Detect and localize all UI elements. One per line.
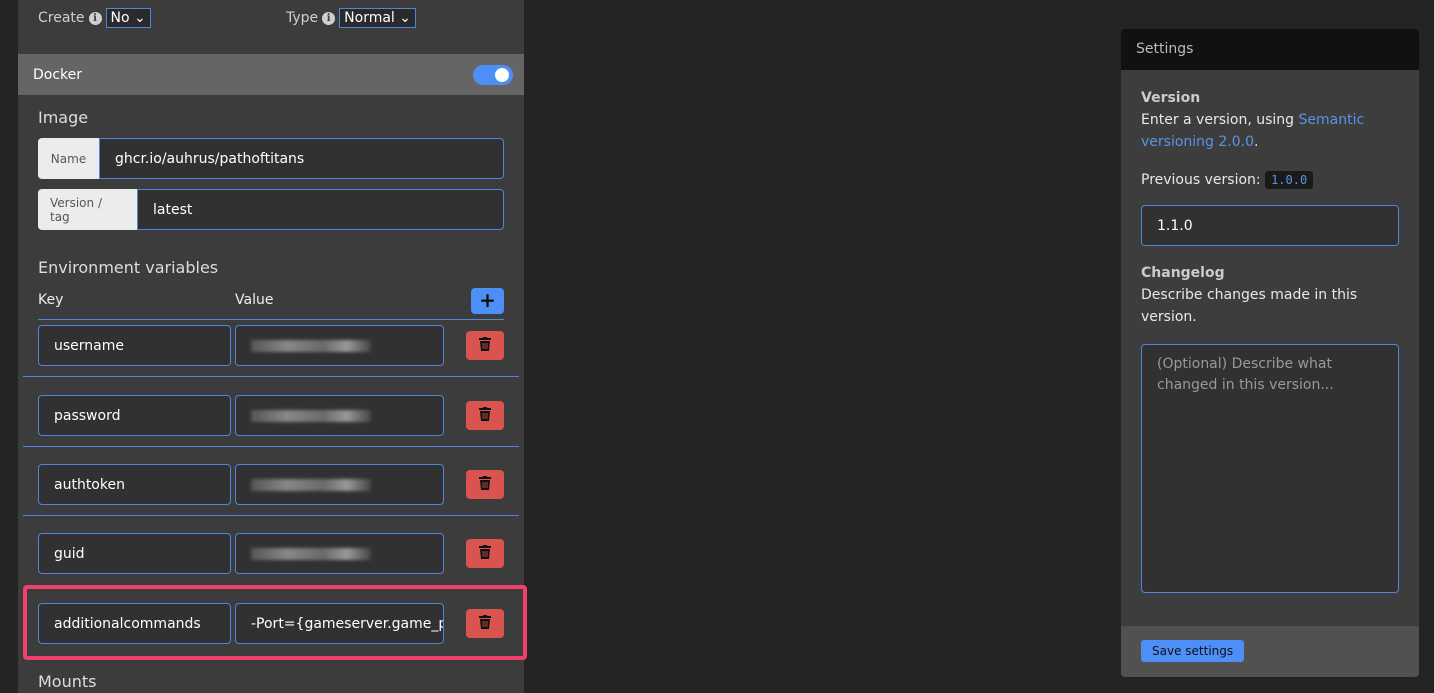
env-value-input[interactable] xyxy=(235,533,444,574)
add-variable-button[interactable]: + xyxy=(471,288,504,314)
trash-icon xyxy=(479,544,491,563)
env-row: authtoken xyxy=(38,464,504,505)
info-icon[interactable]: i xyxy=(88,11,102,25)
type-label: Type xyxy=(286,10,319,26)
tag-label: Version / tag xyxy=(38,189,137,230)
create-field: Create i No ⌄ xyxy=(38,8,151,28)
divider xyxy=(23,515,519,516)
trash-icon xyxy=(479,406,491,425)
settings-title: Settings xyxy=(1121,29,1419,70)
version-text: Enter a version, using xyxy=(1141,112,1299,128)
version-period: . xyxy=(1254,134,1259,150)
name-label: Name xyxy=(38,138,99,179)
value-header: Value xyxy=(235,292,274,308)
save-settings-button[interactable]: Save settings xyxy=(1141,640,1245,662)
docker-title: Docker xyxy=(33,66,83,83)
env-key-input[interactable]: guid xyxy=(38,533,231,574)
delete-variable-button[interactable] xyxy=(466,539,504,568)
env-value-input[interactable] xyxy=(235,395,444,436)
mounts-heading: Mounts xyxy=(38,672,97,691)
version-help: Enter a version, using Semantic versioni… xyxy=(1141,109,1399,153)
changelog-help: Describe changes made in this version. xyxy=(1141,287,1358,325)
env-key-text: password xyxy=(54,407,121,424)
previous-version-label: Previous version: xyxy=(1141,172,1261,188)
type-value: Normal xyxy=(344,10,395,26)
create-value: No xyxy=(110,10,130,26)
env-key-text: authtoken xyxy=(54,476,125,493)
changelog-heading: Changelog xyxy=(1141,265,1225,281)
docker-header: Docker xyxy=(18,54,524,95)
key-header: Key xyxy=(38,292,64,308)
env-value-input[interactable] xyxy=(235,325,444,366)
info-icon[interactable]: i xyxy=(322,11,336,25)
env-heading: Environment variables xyxy=(38,258,219,277)
image-heading: Image xyxy=(38,108,89,127)
docker-toggle[interactable] xyxy=(473,65,513,85)
env-value-input[interactable] xyxy=(235,464,444,505)
type-field: Type i Normal ⌄ xyxy=(286,8,416,28)
redacted-value xyxy=(251,339,371,352)
redacted-value xyxy=(251,547,371,560)
delete-variable-button[interactable] xyxy=(466,331,504,360)
trash-icon xyxy=(479,475,491,494)
image-tag-input[interactable]: latest xyxy=(137,189,504,230)
create-select[interactable]: No ⌄ xyxy=(105,8,151,28)
image-name-group: Name ghcr.io/auhrus/pathoftitans xyxy=(38,138,504,179)
env-key-input[interactable]: authtoken xyxy=(38,464,231,505)
create-label: Create xyxy=(38,10,85,26)
env-key-text: guid xyxy=(54,545,85,562)
redacted-value xyxy=(251,409,371,422)
divider xyxy=(23,446,519,447)
env-row: password xyxy=(38,395,504,436)
image-tag-group: Version / tag latest xyxy=(38,189,504,230)
previous-version-value: 1.0.0 xyxy=(1265,171,1314,189)
divider xyxy=(38,319,504,320)
trash-icon xyxy=(479,336,491,355)
env-row: username xyxy=(38,325,504,366)
version-input[interactable]: 1.1.0 xyxy=(1141,205,1399,246)
delete-variable-button[interactable] xyxy=(466,401,504,430)
env-row: guid xyxy=(38,533,504,574)
delete-variable-button[interactable] xyxy=(466,470,504,499)
redacted-value xyxy=(251,478,371,491)
env-key-input[interactable]: username xyxy=(38,325,231,366)
changelog-textarea[interactable]: (Optional) Describe what changed in this… xyxy=(1141,344,1399,593)
env-key-text: username xyxy=(54,337,124,354)
highlight-box xyxy=(23,585,527,660)
env-key-input[interactable]: password xyxy=(38,395,231,436)
image-name-input[interactable]: ghcr.io/auhrus/pathoftitans xyxy=(99,138,504,179)
version-heading: Version xyxy=(1141,90,1201,106)
type-select[interactable]: Normal ⌄ xyxy=(339,8,416,28)
divider xyxy=(23,376,519,377)
settings-panel: Settings Version Enter a version, using … xyxy=(1121,29,1419,677)
